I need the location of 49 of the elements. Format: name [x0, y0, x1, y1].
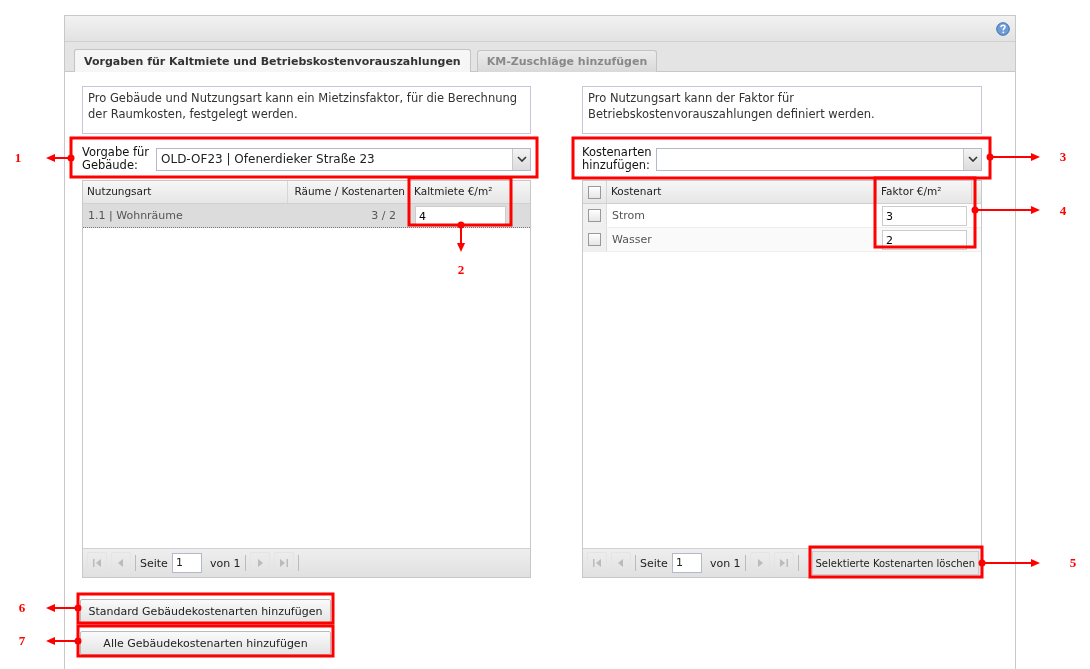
cost-type-dropdown[interactable]: [656, 147, 982, 171]
callout-number: 3: [1059, 149, 1067, 164]
callout-arrow: [986, 153, 1040, 161]
callout-arrow: [46, 154, 75, 162]
table-cell: 3 / 2: [371, 209, 396, 222]
checkbox[interactable]: [588, 185, 601, 199]
add-button[interactable]: Standard Gebäudekostenarten hinzufügen: [80, 599, 331, 623]
building-dropdown[interactable]: OLD-OF23 | Ofenerdieker Straße 23: [156, 147, 531, 171]
callout-number: 1: [14, 150, 22, 165]
dropdown-caret-icon[interactable]: [512, 148, 530, 170]
callout-arrow: [457, 221, 465, 252]
value-input[interactable]: 4: [415, 205, 506, 226]
column-header[interactable]: Nutzungsart: [83, 181, 288, 203]
combo-label: Vorgabe für Gebäude:: [82, 146, 150, 172]
column-header[interactable]: Faktor €/m²: [877, 181, 972, 203]
column-header[interactable]: Kaltmiete €/m²: [410, 181, 511, 203]
table-cell: Strom: [612, 209, 646, 222]
page-input[interactable]: 1: [171, 553, 202, 573]
table-cell: Wasser: [612, 233, 652, 246]
page-count: von 1: [709, 556, 741, 570]
dropdown-caret-icon[interactable]: [963, 148, 981, 170]
checkbox[interactable]: [588, 209, 601, 222]
help-icon[interactable]: [996, 21, 1010, 36]
callout-number: 7: [18, 633, 26, 648]
callout-arrow: [46, 604, 82, 612]
checkbox[interactable]: [588, 233, 601, 246]
table-cell: 1.1 | Wohnräume: [88, 209, 183, 222]
column-header[interactable]: Räume / Kostenarten: [288, 181, 410, 203]
page-label: Seite: [140, 556, 168, 570]
callout-arrow: [971, 206, 1040, 214]
callout-number: 4: [1059, 203, 1067, 218]
description-text: Pro Nutzungsart kann der Faktor für Betriebskostenvorauszahlungen definiert werden.: [582, 86, 982, 134]
page-input[interactable]: 1: [671, 553, 702, 573]
add-button[interactable]: Alle Gebäudekostenarten hinzufügen: [80, 631, 331, 655]
callout-number: 5: [1069, 555, 1077, 570]
page-label: Seite: [640, 556, 668, 570]
page-count: von 1: [209, 556, 241, 570]
value-input[interactable]: 2: [882, 229, 967, 250]
column-header[interactable]: Kostenart: [607, 181, 877, 203]
grid-row[interactable]: 1.1 | Wohnräume 3 / 2 4: [83, 204, 530, 228]
delete-button[interactable]: Selektierte Kostenarten löschen: [811, 551, 979, 575]
description-text: Pro Gebäude und Nutzungsart kann ein Mietzinsfaktor, für die Berechnung der Raumkosten, festgelegt werden.: [82, 86, 531, 134]
callout-number: 2: [457, 262, 465, 277]
callout-arrow: [46, 637, 82, 645]
callout-number: 6: [18, 600, 26, 615]
tab[interactable]: Vorgaben für Kaltmiete und Betriebskostenvorauszahlungen: [74, 49, 471, 72]
combo-label: Kostenarten hinzufügen:: [582, 146, 652, 172]
callout-arrow: [978, 559, 1040, 567]
value-input[interactable]: 3: [882, 205, 967, 226]
